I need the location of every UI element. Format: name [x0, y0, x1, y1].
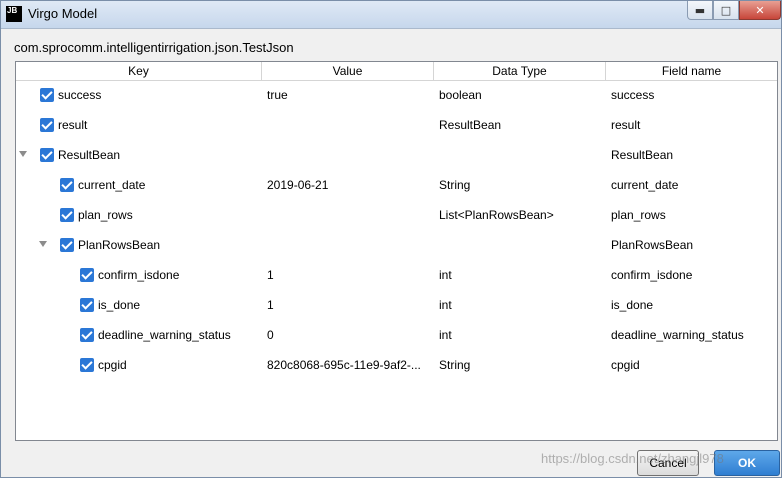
table-header: Key Value Data Type Field name — [16, 62, 777, 81]
key-cell: ResultBean — [58, 148, 121, 162]
table-row[interactable]: success true boolean success — [16, 80, 777, 110]
data-type-cell[interactable]: ResultBean — [439, 110, 604, 140]
column-header-field-name[interactable]: Field name — [606, 62, 777, 80]
value-cell[interactable] — [267, 230, 432, 260]
key-cell: cpgid — [98, 358, 127, 372]
data-type-cell[interactable]: List<PlanRowsBean> — [439, 200, 604, 230]
table-row[interactable]: plan_rows List<PlanRowsBean> plan_rows — [16, 200, 777, 230]
virgo-model-dialog: JB Virgo Model ▬ □ ✕ com.sprocomm.intell… — [0, 0, 782, 478]
value-cell[interactable]: 1 — [267, 260, 432, 290]
field-name-cell[interactable]: success — [611, 80, 775, 110]
ok-button[interactable]: OK — [714, 450, 780, 476]
table-row[interactable]: PlanRowsBean PlanRowsBean — [16, 230, 777, 260]
value-cell[interactable]: 2019-06-21 — [267, 170, 432, 200]
maximize-icon: □ — [720, 3, 732, 17]
json-field-table: Key Value Data Type Field name success tr… — [15, 61, 778, 441]
column-header-key[interactable]: Key — [16, 62, 262, 80]
key-cell: current_date — [78, 178, 146, 192]
table-row[interactable]: result ResultBean result — [16, 110, 777, 140]
value-cell[interactable]: true — [267, 80, 432, 110]
row-checkbox[interactable] — [40, 118, 54, 132]
maximize-button[interactable]: □ — [713, 1, 739, 20]
field-name-cell[interactable]: is_done — [611, 290, 775, 320]
key-cell: success — [58, 88, 102, 102]
row-checkbox[interactable] — [80, 358, 94, 372]
key-cell: deadline_warning_status — [98, 328, 231, 342]
value-cell[interactable] — [267, 110, 432, 140]
field-name-cell[interactable]: confirm_isdone — [611, 260, 775, 290]
field-name-cell[interactable]: plan_rows — [611, 200, 775, 230]
value-cell[interactable]: 1 — [267, 290, 432, 320]
watermark: https://blog.csdn.net/zhangjl978 — [541, 451, 724, 466]
value-cell[interactable]: 820c8068-695c-11e9-9af2-... — [267, 350, 432, 380]
table-row[interactable]: confirm_isdone 1 int confirm_isdone — [16, 260, 777, 290]
row-checkbox[interactable] — [80, 328, 94, 342]
key-cell: is_done — [98, 298, 141, 312]
value-cell[interactable] — [267, 140, 432, 170]
table-row[interactable]: current_date 2019-06-21 String current_date — [16, 170, 777, 200]
row-checkbox[interactable] — [80, 268, 94, 282]
minimize-button[interactable]: ▬ — [687, 1, 713, 20]
data-type-cell[interactable] — [439, 140, 604, 170]
table-row[interactable]: ResultBean ResultBean — [16, 140, 777, 170]
table-row[interactable]: cpgid 820c8068-695c-11e9-9af2-... String cp… — [16, 350, 777, 380]
data-type-cell[interactable] — [439, 230, 604, 260]
key-cell: PlanRowsBean — [78, 238, 161, 252]
window-title: Virgo Model — [28, 6, 98, 21]
minimize-icon: ▬ — [694, 3, 706, 17]
expand-toggle-icon[interactable] — [19, 151, 27, 157]
key-cell: plan_rows — [78, 208, 133, 222]
row-checkbox[interactable] — [60, 238, 74, 252]
field-name-cell[interactable]: ResultBean — [611, 140, 775, 170]
row-checkbox[interactable] — [40, 88, 54, 102]
row-checkbox[interactable] — [60, 178, 74, 192]
row-checkbox[interactable] — [40, 148, 54, 162]
expand-toggle-icon[interactable] — [39, 241, 47, 247]
field-name-cell[interactable]: cpgid — [611, 350, 775, 380]
table-row[interactable]: is_done 1 int is_done — [16, 290, 777, 320]
class-name-label: com.sprocomm.intelligentirrigation.json.… — [14, 40, 294, 55]
value-cell[interactable]: 0 — [267, 320, 432, 350]
field-name-cell[interactable]: result — [611, 110, 775, 140]
field-name-cell[interactable]: current_date — [611, 170, 775, 200]
column-header-value[interactable]: Value — [262, 62, 434, 80]
data-type-cell[interactable]: int — [439, 320, 604, 350]
key-cell: confirm_isdone — [98, 268, 180, 282]
key-cell: result — [58, 118, 88, 132]
title-bar: JB Virgo Model ▬ □ ✕ — [1, 1, 781, 29]
value-cell[interactable] — [267, 200, 432, 230]
data-type-cell[interactable]: boolean — [439, 80, 604, 110]
jetbrains-app-icon: JB — [6, 6, 22, 22]
table-row[interactable]: deadline_warning_status 0 int deadline_warn… — [16, 320, 777, 350]
close-icon: ✕ — [755, 3, 765, 17]
close-button[interactable]: ✕ — [739, 1, 781, 20]
field-name-cell[interactable]: PlanRowsBean — [611, 230, 775, 260]
column-header-data-type[interactable]: Data Type — [434, 62, 606, 80]
data-type-cell[interactable]: int — [439, 290, 604, 320]
row-checkbox[interactable] — [60, 208, 74, 222]
row-checkbox[interactable] — [80, 298, 94, 312]
field-name-cell[interactable]: deadline_warning_status — [611, 320, 775, 350]
data-type-cell[interactable]: String — [439, 350, 604, 380]
data-type-cell[interactable]: int — [439, 260, 604, 290]
data-type-cell[interactable]: String — [439, 170, 604, 200]
